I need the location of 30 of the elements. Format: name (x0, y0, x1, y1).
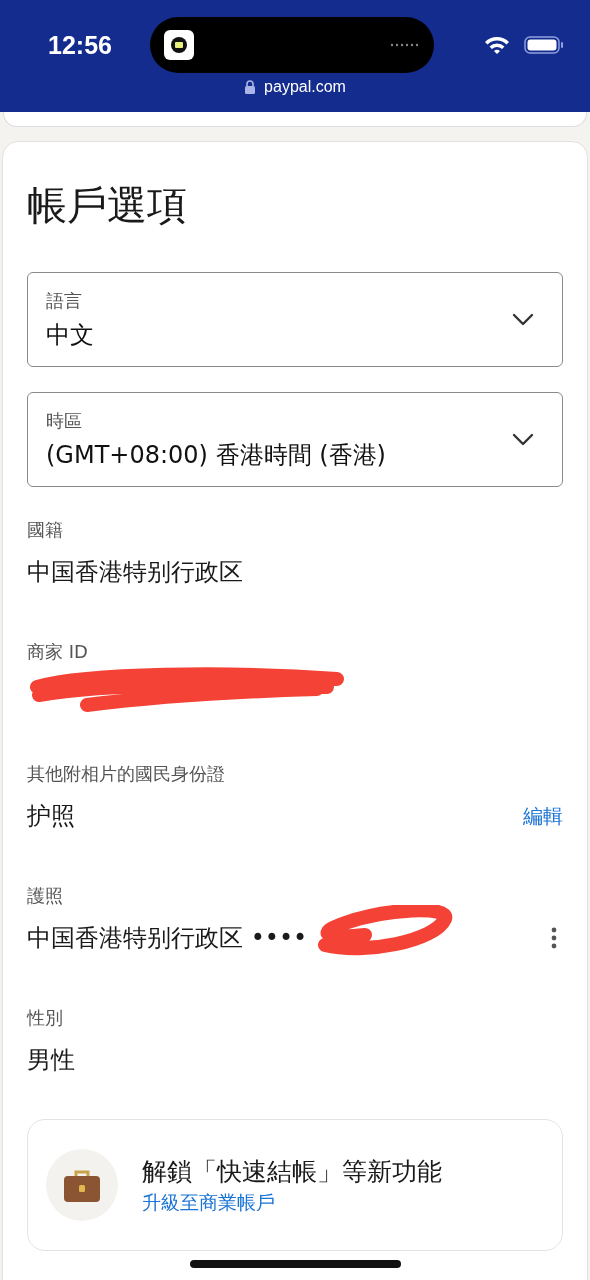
field-label: 語言 (46, 288, 83, 313)
battery-icon (524, 35, 564, 55)
detail-label: 商家 ID (27, 640, 89, 664)
upgrade-link[interactable]: 升級至商業帳戶 (142, 1189, 442, 1216)
url-text: paypal.com (264, 78, 346, 96)
detail-value: 男性 (27, 1046, 75, 1074)
edit-link[interactable]: 編輯 (523, 802, 563, 830)
page-heading: 帳戶選項 (27, 181, 188, 230)
dropdown-field[interactable]: 語言 中文 (27, 272, 563, 367)
more-options-icon[interactable] (551, 927, 557, 949)
detail-value: 中国香港特别行政区 (27, 558, 243, 586)
detail-value: 中国香港特别行政区 •••• (27, 924, 308, 952)
detail-value: 护照 (27, 802, 75, 830)
wifi-icon (484, 35, 510, 55)
address-bar[interactable]: paypal.com (0, 78, 590, 96)
detail-label: 護照 (27, 884, 64, 908)
detail-label: 性別 (27, 1006, 64, 1030)
promo-title: 解鎖「快速結帳」等新功能 (142, 1155, 442, 1188)
chevron-down-icon (512, 433, 534, 446)
chevron-down-icon (512, 313, 534, 326)
field-value: (GMT+08:00) 香港時間 (香港) (46, 439, 386, 471)
dropdown-field[interactable]: 時區 (GMT+08:00) 香港時間 (香港) (27, 392, 563, 487)
clock: 12:56 (48, 30, 113, 60)
app-icon (164, 30, 194, 60)
detail-label: 國籍 (27, 518, 64, 542)
field-label: 時區 (46, 408, 83, 433)
detail-label: 其他附相片的國民身份證 (27, 762, 226, 786)
dots-icon (390, 43, 420, 47)
field-value: 中文 (46, 319, 94, 351)
lock-icon (244, 80, 257, 94)
